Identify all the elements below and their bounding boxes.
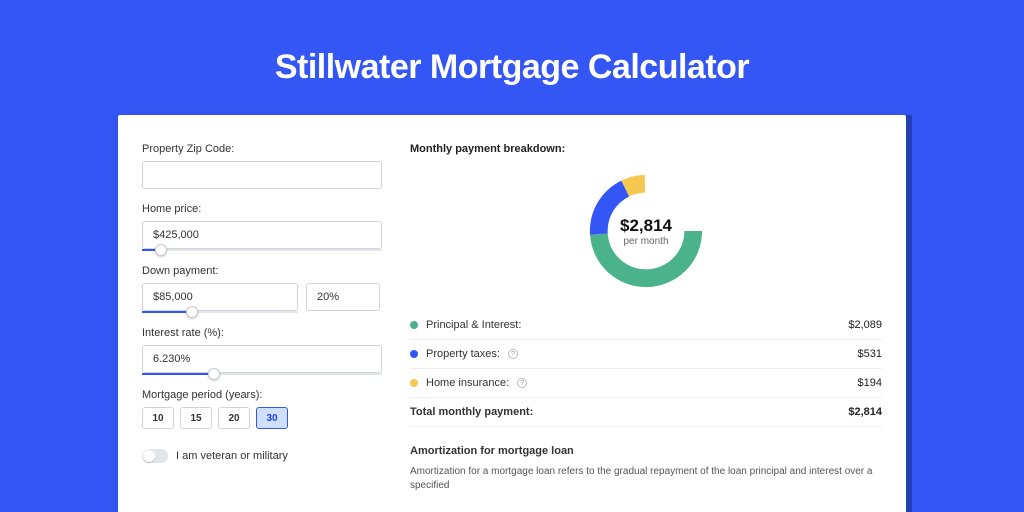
amortization-section: Amortization for mortgage loan Amortizat… bbox=[410, 445, 882, 493]
legend-dot bbox=[410, 350, 418, 358]
down-payment-input[interactable] bbox=[142, 283, 298, 311]
period-field: Mortgage period (years): 10 15 20 30 bbox=[142, 389, 382, 429]
breakdown-label: Home insurance: bbox=[426, 377, 509, 389]
info-icon[interactable]: ? bbox=[517, 378, 527, 388]
page-title: Stillwater Mortgage Calculator bbox=[275, 48, 749, 87]
amortization-body: Amortization for a mortgage loan refers … bbox=[410, 465, 882, 493]
total-label: Total monthly payment: bbox=[410, 406, 533, 418]
legend-dot bbox=[410, 379, 418, 387]
breakdown-value: $2,089 bbox=[848, 319, 882, 331]
zip-input[interactable] bbox=[142, 161, 382, 189]
inputs-panel: Property Zip Code: Home price: Down paym… bbox=[118, 143, 382, 493]
breakdown-panel: Monthly payment breakdown: $2,814 per mo… bbox=[382, 143, 906, 493]
period-btn-15[interactable]: 15 bbox=[180, 407, 212, 429]
breakdown-row: Property taxes:? $531 bbox=[410, 340, 882, 369]
veteran-row: I am veteran or military bbox=[142, 449, 382, 463]
veteran-label: I am veteran or military bbox=[176, 450, 288, 462]
legend-dot bbox=[410, 321, 418, 329]
breakdown-total-row: Total monthly payment: $2,814 bbox=[410, 397, 882, 427]
interest-input[interactable] bbox=[142, 345, 382, 373]
breakdown-row: Principal & Interest: $2,089 bbox=[410, 311, 882, 340]
breakdown-value: $531 bbox=[858, 348, 882, 360]
period-btn-10[interactable]: 10 bbox=[142, 407, 174, 429]
calculator-card: Property Zip Code: Home price: Down paym… bbox=[118, 115, 906, 512]
interest-label: Interest rate (%): bbox=[142, 327, 382, 339]
breakdown-title: Monthly payment breakdown: bbox=[410, 143, 882, 155]
interest-slider[interactable] bbox=[142, 373, 382, 375]
breakdown-label: Principal & Interest: bbox=[426, 319, 521, 331]
down-payment-field: Down payment: bbox=[142, 265, 382, 313]
zip-label: Property Zip Code: bbox=[142, 143, 382, 155]
breakdown-row: Home insurance:? $194 bbox=[410, 369, 882, 397]
period-label: Mortgage period (years): bbox=[142, 389, 382, 401]
info-icon[interactable]: ? bbox=[508, 349, 518, 359]
breakdown-label: Property taxes: bbox=[426, 348, 500, 360]
period-btn-20[interactable]: 20 bbox=[218, 407, 250, 429]
donut-chart-wrap: $2,814 per month bbox=[410, 169, 882, 293]
period-btn-30[interactable]: 30 bbox=[256, 407, 288, 429]
amortization-title: Amortization for mortgage loan bbox=[410, 445, 882, 457]
slider-thumb[interactable] bbox=[186, 306, 198, 318]
card-shadow bbox=[906, 115, 912, 512]
slider-thumb[interactable] bbox=[208, 368, 220, 380]
veteran-toggle[interactable] bbox=[142, 449, 168, 463]
home-price-slider[interactable] bbox=[142, 249, 382, 251]
zip-field: Property Zip Code: bbox=[142, 143, 382, 189]
total-value: $2,814 bbox=[848, 406, 882, 418]
donut-chart: $2,814 per month bbox=[584, 169, 708, 293]
donut-amount: $2,814 bbox=[620, 216, 672, 236]
home-price-label: Home price: bbox=[142, 203, 382, 215]
down-payment-pct-input[interactable] bbox=[306, 283, 380, 311]
down-payment-slider[interactable] bbox=[142, 311, 298, 313]
slider-thumb[interactable] bbox=[155, 244, 167, 256]
donut-sub: per month bbox=[623, 236, 668, 247]
toggle-knob bbox=[143, 450, 155, 462]
interest-field: Interest rate (%): bbox=[142, 327, 382, 375]
breakdown-value: $194 bbox=[858, 377, 882, 389]
down-payment-label: Down payment: bbox=[142, 265, 382, 277]
home-price-input[interactable] bbox=[142, 221, 382, 249]
home-price-field: Home price: bbox=[142, 203, 382, 251]
